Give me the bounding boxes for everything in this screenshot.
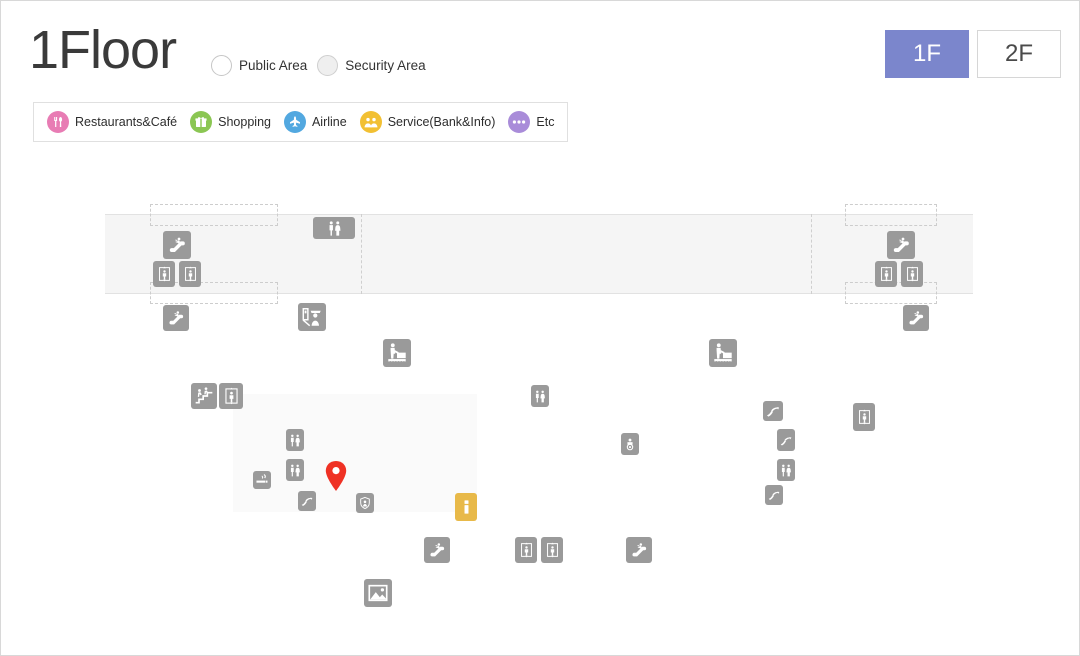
area-filter-group: Public Area Security Area	[211, 55, 426, 76]
service-people-icon	[359, 111, 382, 133]
elevator-icon[interactable]	[515, 537, 537, 563]
floor-button-1f[interactable]: 1F	[885, 30, 969, 78]
customs-icon[interactable]	[777, 429, 795, 451]
category-legend: Restaurants&Café Shopping Airline Servic…	[33, 102, 569, 142]
elevator-icon[interactable]	[179, 261, 201, 287]
floor-map-canvas[interactable]	[1, 151, 1079, 655]
security-icon[interactable]	[356, 493, 374, 513]
floor-button-2f[interactable]: 2F	[977, 30, 1061, 78]
legend-label: Etc	[536, 115, 555, 129]
floor-selector: 1F 2F	[885, 30, 1061, 78]
restroom-icon[interactable]	[286, 459, 304, 481]
check-in-counter-icon[interactable]	[298, 303, 326, 331]
radio-public-area[interactable]: Public Area	[211, 55, 307, 76]
escalator-icon[interactable]	[887, 231, 915, 259]
current-location-pin[interactable]	[325, 461, 347, 491]
map-room-outline	[845, 204, 937, 226]
escalator-icon[interactable]	[424, 537, 450, 563]
airplane-icon	[283, 111, 306, 133]
elevator-icon[interactable]	[219, 383, 243, 409]
map-room-outline	[150, 204, 278, 226]
escalator-icon[interactable]	[903, 305, 929, 331]
elevator-icon[interactable]	[901, 261, 923, 287]
radio-public-area-label: Public Area	[239, 58, 308, 73]
legend-item-service[interactable]: Service(Bank&Info)	[359, 111, 496, 133]
map-center-area	[233, 394, 477, 512]
customs-icon[interactable]	[763, 401, 783, 421]
information-desk-icon[interactable]	[455, 493, 477, 521]
elevator-icon[interactable]	[875, 261, 897, 287]
legend-label: Restaurants&Café	[75, 115, 178, 129]
map-band-separator	[361, 214, 362, 294]
elevator-icon[interactable]	[541, 537, 563, 563]
page-header: 1Floor Public Area Security Area 1F 2F	[1, 1, 1079, 97]
restroom-icon[interactable]	[286, 429, 304, 451]
three-dots-icon	[508, 111, 531, 133]
restroom-icon[interactable]	[313, 217, 355, 239]
escalator-icon[interactable]	[163, 305, 189, 331]
restroom-icon[interactable]	[531, 385, 549, 407]
map-band-separator	[811, 214, 812, 294]
radio-circle-icon[interactable]	[211, 55, 232, 76]
legend-item-shopping[interactable]: Shopping	[190, 111, 271, 133]
radio-security-area-label: Security Area	[345, 58, 426, 73]
fork-spoon-icon	[47, 111, 69, 133]
escalator-icon[interactable]	[626, 537, 652, 563]
smoking-area-icon[interactable]	[253, 471, 271, 489]
customs-icon[interactable]	[765, 485, 783, 505]
legend-item-airline[interactable]: Airline	[283, 111, 347, 133]
radio-security-area[interactable]: Security Area	[317, 55, 426, 76]
baby-care-icon[interactable]	[621, 433, 639, 455]
legend-label: Service(Bank&Info)	[387, 115, 496, 129]
radio-circle-icon[interactable]	[317, 55, 339, 76]
escalator-icon[interactable]	[163, 231, 191, 259]
legend-item-etc[interactable]: Etc	[508, 111, 554, 133]
stairs-icon[interactable]	[191, 383, 217, 409]
gift-box-icon	[190, 111, 213, 133]
legend-label: Airline	[311, 115, 347, 129]
legend-item-restaurants[interactable]: Restaurants&Café	[47, 111, 177, 133]
restroom-icon[interactable]	[777, 459, 795, 481]
baggage-claim-icon[interactable]	[709, 339, 737, 367]
elevator-icon[interactable]	[853, 403, 875, 431]
photo-booth-icon[interactable]	[364, 579, 392, 607]
legend-label: Shopping	[218, 115, 271, 129]
floor-map-page: 1Floor Public Area Security Area 1F 2F R…	[0, 0, 1080, 656]
page-title: 1Floor	[29, 20, 177, 80]
elevator-icon[interactable]	[153, 261, 175, 287]
baggage-claim-icon[interactable]	[383, 339, 411, 367]
customs-icon[interactable]	[298, 491, 316, 511]
